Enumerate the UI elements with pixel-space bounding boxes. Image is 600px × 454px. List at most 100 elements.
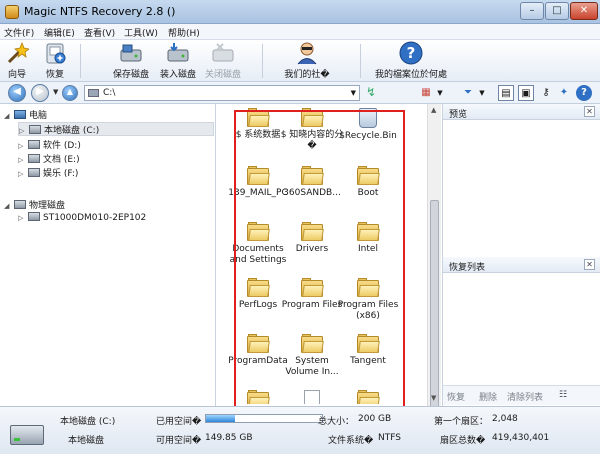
file-item[interactable]: Intel	[336, 222, 400, 255]
title-bar: Magic NTFS Recovery 2.8 () – □ ✕	[0, 0, 600, 24]
where-are-my-files-button[interactable]: ? 我的檔案位於何處	[372, 41, 450, 81]
tree-item-physical-disks[interactable]: ◢ 物理磁盘	[4, 198, 65, 212]
tree-item-drive-e[interactable]: ▷ 文档 (E:)	[18, 152, 80, 166]
toolbar-separator	[360, 44, 361, 78]
mount-disk-button[interactable]: 装入磁盘	[155, 41, 201, 81]
scroll-up-icon[interactable]: ▲	[431, 106, 436, 114]
folder-icon	[247, 390, 270, 404]
sector-total-label: 扇区总数�	[440, 436, 486, 446]
community-people-icon	[295, 41, 319, 65]
file-item[interactable]: System Volume In...	[280, 334, 344, 378]
recovery-list-title: 恢复列表	[449, 263, 486, 273]
menu-tools[interactable]: 工具(W)	[124, 26, 158, 39]
address-input[interactable]: C:\ ▼	[84, 85, 360, 101]
menu-help[interactable]: 帮助(H)	[168, 26, 200, 39]
folder-icon	[301, 222, 324, 241]
app-icon	[5, 5, 19, 19]
arrow-right-icon: ▶	[36, 86, 44, 97]
file-item-partial[interactable]	[336, 390, 400, 404]
file-item[interactable]: Program Files	[280, 278, 344, 311]
save-view-icon[interactable]: ▣	[518, 85, 534, 101]
expand-icon[interactable]: ▷	[18, 214, 28, 222]
tree-item-drive-c[interactable]: ▷ 本地磁盘 (C:)	[18, 122, 214, 136]
toolbar: 向导 恢复 保存磁盘 装入磁盘 关闭磁盘 我们的社� ? 我的檔案位於何處	[0, 40, 600, 82]
close-button[interactable]: ✕	[570, 2, 598, 20]
free-space-label: 可用空间�	[156, 436, 202, 446]
back-button[interactable]: ◀	[8, 84, 26, 102]
file-item-partial[interactable]	[280, 390, 344, 404]
file-item[interactable]: $Recycle.Bin	[336, 108, 400, 142]
folder-icon	[357, 166, 380, 185]
menu-file[interactable]: 文件(F)	[4, 26, 34, 39]
close-disk-button[interactable]: 关闭磁盘	[200, 41, 246, 81]
folder-icon	[247, 278, 270, 297]
close-icon[interactable]: ✕	[584, 106, 595, 117]
file-system-value: NTFS	[378, 433, 401, 443]
settings-icon[interactable]: ✦	[556, 85, 572, 101]
list-options-icon[interactable]: ☷	[559, 390, 567, 400]
tree-item-drive-d[interactable]: ▷ 软件 (D:)	[18, 138, 81, 152]
up-button[interactable]: ▲	[62, 85, 78, 101]
tree-item-drive-f[interactable]: ▷ 娱乐 (F:)	[18, 166, 78, 180]
file-item[interactable]: $ 知晓内容的分�	[280, 108, 344, 152]
chevron-down-icon[interactable]: ▼	[474, 85, 490, 101]
file-icon	[304, 390, 320, 404]
expand-icon[interactable]: ▷	[18, 156, 28, 164]
collapse-icon[interactable]: ◢	[4, 112, 14, 120]
panel-toggle-icon[interactable]: ▤	[498, 85, 514, 101]
menu-view[interactable]: 查看(V)	[84, 26, 115, 39]
recover-icon	[43, 41, 67, 65]
file-name: Program Files (x86)	[337, 300, 399, 321]
file-item[interactable]: Program Files (x86)	[336, 278, 400, 322]
file-item[interactable]: Tangent	[336, 334, 400, 367]
file-name: Boot	[357, 188, 379, 198]
maximize-button[interactable]: □	[545, 2, 569, 20]
menu-edit[interactable]: 编辑(E)	[44, 26, 75, 39]
folder-icon	[301, 166, 324, 185]
chevron-down-icon[interactable]: ▼	[432, 85, 448, 101]
expand-icon[interactable]: ▷	[18, 170, 28, 178]
tree-item-computer[interactable]: ◢ 电脑	[4, 108, 47, 122]
file-name: $ 知晓内容的分�	[280, 130, 344, 151]
expand-icon[interactable]: ▷	[18, 142, 28, 150]
wizard-wand-icon	[5, 41, 30, 65]
help-icon[interactable]: ?	[576, 85, 592, 101]
file-grid-scrollbar[interactable]: ▲ ▼	[427, 104, 441, 434]
status-drive-type: 本地磁盘	[68, 436, 105, 446]
our-community-button[interactable]: 我们的社�	[280, 41, 334, 81]
recover-button[interactable]: 恢复	[40, 41, 70, 81]
first-sector-value: 2,048	[492, 414, 518, 424]
physical-disk-icon	[14, 200, 26, 209]
minimize-button[interactable]: –	[520, 2, 544, 20]
file-item[interactable]: 360SANDB...	[280, 166, 344, 199]
refresh-icon[interactable]: ↯	[366, 85, 376, 99]
history-dropdown-icon[interactable]: ▼	[53, 88, 58, 96]
folder-icon	[357, 278, 380, 297]
file-item[interactable]: Drivers	[280, 222, 344, 255]
recovery-list-toolbar: 恢复 删除 清除列表 ☷	[443, 385, 600, 405]
first-sector-label: 第一个扇区：	[434, 417, 489, 427]
collapse-icon[interactable]: ◢	[4, 202, 14, 210]
file-name: Drivers	[295, 244, 329, 254]
tree-item-physical-disk[interactable]: ▷ ST1000DM010-2EP102	[18, 212, 146, 226]
file-system-label: 文件系统�	[328, 436, 374, 446]
mount-disk-icon	[166, 41, 190, 65]
save-disk-button[interactable]: 保存磁盘	[108, 41, 154, 81]
file-name: Intel	[358, 244, 378, 254]
chevron-down-icon[interactable]: ▼	[351, 89, 356, 97]
clear-list-button[interactable]: 清除列表	[507, 390, 543, 403]
used-space-fill	[206, 415, 235, 422]
scroll-down-icon[interactable]: ▼	[431, 394, 436, 402]
close-icon[interactable]: ✕	[584, 259, 595, 270]
drive-large-icon	[10, 425, 44, 445]
recycle-bin-icon	[359, 108, 377, 128]
recovery-list-header: 恢复列表 ✕	[443, 257, 600, 273]
forward-button[interactable]: ▶	[31, 84, 49, 102]
key-icon[interactable]: ⚷	[538, 85, 554, 101]
delete-button[interactable]: 删除	[479, 390, 497, 403]
expand-icon[interactable]: ▷	[19, 127, 29, 135]
recover-list-button[interactable]: 恢复	[447, 390, 465, 403]
file-item[interactable]: Boot	[336, 166, 400, 199]
window-title: Magic NTFS Recovery 2.8 ()	[24, 5, 176, 18]
wizard-button[interactable]: 向导	[2, 41, 32, 81]
